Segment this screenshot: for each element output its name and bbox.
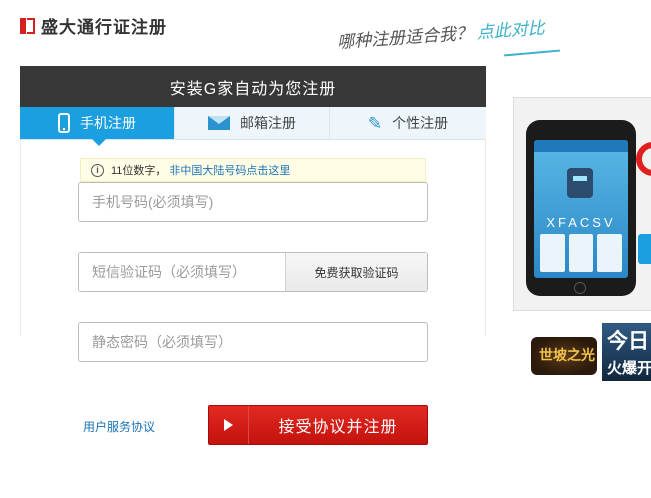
info-icon: i [91, 163, 104, 177]
sms-field: 免费获取验证码 [78, 252, 428, 292]
red-ring-icon [636, 142, 651, 176]
game-logo-text: 世坡之光 [539, 347, 595, 363]
blue-tile-icon [638, 234, 651, 264]
game-ad-title: 今日 [607, 330, 649, 353]
brand-name: 盛大通行证注册 [41, 18, 167, 37]
panel-title[interactable]: 安装G家自动为您注册 [20, 66, 486, 107]
non-mainland-link[interactable]: 非中国大陆号码点击这里 [169, 162, 290, 178]
submit-label: 接受协议并注册 [278, 419, 398, 436]
slogan: 哪种注册适合我？ 点此对比 [336, 14, 545, 53]
user-agreement-link[interactable]: 用户服务协议 [83, 418, 155, 435]
compare-link[interactable]: 点此对比 [476, 19, 545, 44]
app-ad-banner[interactable]: XFACSV [513, 97, 651, 311]
get-sms-code-button[interactable]: 免费获取验证码 [285, 253, 427, 291]
mail-icon [208, 116, 230, 130]
password-input[interactable] [79, 323, 427, 361]
brand-logo[interactable]: 盛大通行证注册 [20, 13, 167, 38]
slogan-underline [504, 49, 560, 57]
accept-and-register-button[interactable]: 接受协议并注册 [208, 405, 428, 445]
password-field [78, 322, 428, 362]
register-tabs: 手机注册 邮箱注册 ✎ 个性注册 [20, 107, 486, 146]
game-logo: 世坡之光 [531, 337, 597, 375]
slogan-question: 哪种注册适合我？ [336, 23, 474, 53]
phone-image: XFACSV [526, 120, 636, 296]
home-button-icon [574, 282, 586, 294]
game-ad-banner[interactable]: 世坡之光 今日 火爆开 [527, 323, 651, 383]
robot-icon [567, 168, 593, 198]
phone-screen: XFACSV [534, 140, 628, 278]
brush-icon: ✎ [367, 113, 383, 133]
tab-label: 邮箱注册 [240, 115, 296, 131]
tab-label: 手机注册 [80, 115, 136, 131]
phone-input[interactable] [79, 183, 427, 221]
phone-icon [58, 113, 70, 133]
game-ad-subtitle: 火爆开 [607, 360, 651, 377]
app-screen-text: XFACSV [546, 215, 616, 230]
sms-code-input[interactable] [79, 253, 285, 291]
tab-label: 个性注册 [392, 115, 449, 131]
phone-tip: i 11位数字， 非中国大陆号码点击这里 [80, 158, 426, 182]
tab-email-register[interactable]: 邮箱注册 [175, 107, 330, 139]
play-icon [209, 406, 249, 444]
tab-custom-register[interactable]: ✎ 个性注册 [330, 107, 486, 139]
shanda-logo-icon [20, 17, 36, 35]
tab-phone-register[interactable]: 手机注册 [20, 107, 175, 146]
tip-text: 11位数字， [111, 165, 167, 177]
phone-field [78, 182, 428, 222]
